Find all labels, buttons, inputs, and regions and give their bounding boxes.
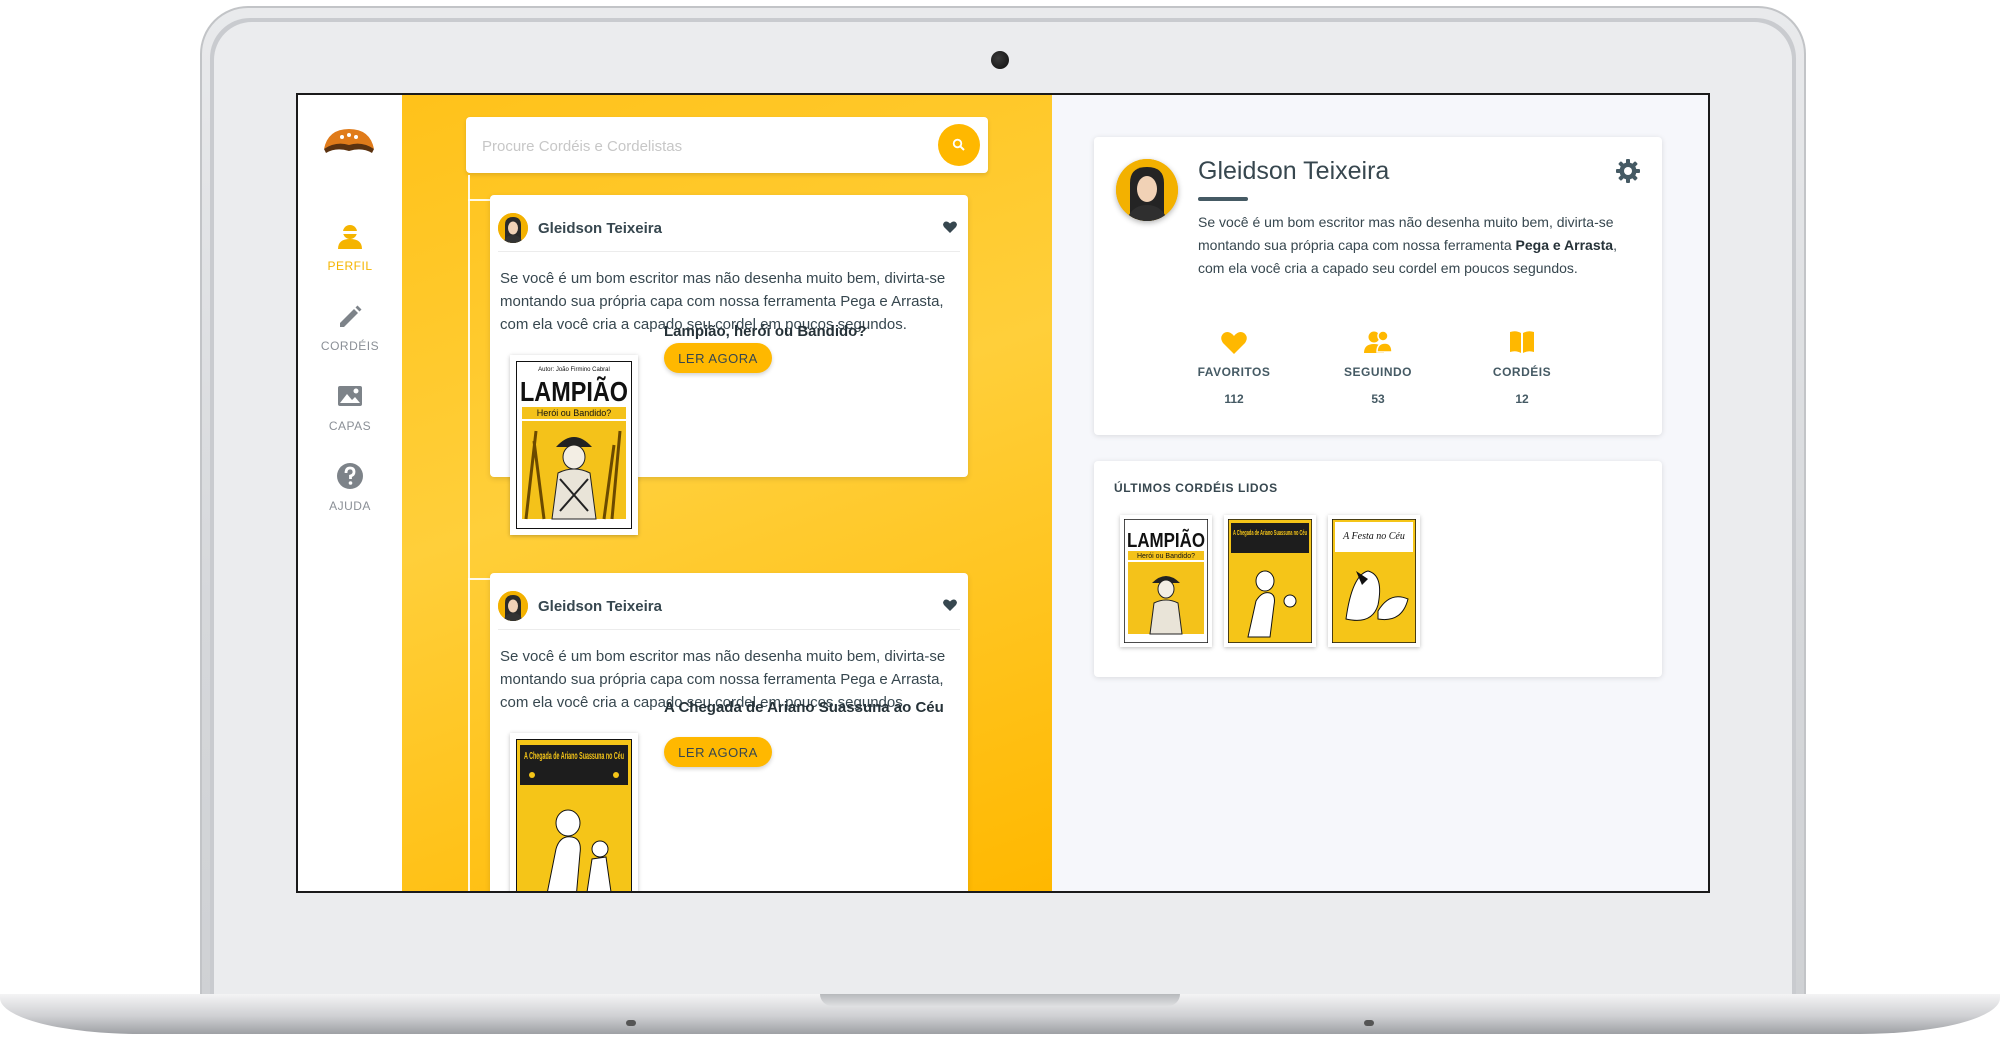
read-now-button[interactable]: LER AGORA <box>664 737 772 767</box>
user-icon <box>338 225 362 249</box>
sidebar-item-label: CORDÉIS <box>320 339 380 353</box>
profile-bio-highlight: Pega e Arrasta <box>1515 237 1614 253</box>
stat-seguindo[interactable]: SEGUINDO 53 <box>1308 327 1448 406</box>
recent-book-cover[interactable]: A Chegada de Ariano Suassuna no Céu <box>1224 515 1316 647</box>
post-card: Gleidson Teixeira Se você é um bom escri… <box>490 573 968 891</box>
help-icon <box>337 463 363 489</box>
profile-avatar[interactable] <box>1116 159 1178 221</box>
sidebar-item-label: AJUDA <box>329 499 371 513</box>
book-icon <box>1510 331 1534 353</box>
avatar[interactable] <box>498 591 528 621</box>
read-now-button[interactable]: LER AGORA <box>664 343 772 373</box>
stat-label: SEGUINDO <box>1343 365 1412 379</box>
cover-lampiao-image: Autor: João Firmino Cabral LAMPIÃO Herói… <box>515 360 633 530</box>
timeline-tick <box>468 199 490 201</box>
post-header: Gleidson Teixeira <box>498 591 960 630</box>
gear-icon[interactable] <box>1614 157 1642 185</box>
feed-column: Gleidson Teixeira Se você é um bom escri… <box>402 95 1052 891</box>
recent-book-cover[interactable]: A Festa no Céu <box>1328 515 1420 647</box>
search-input[interactable] <box>480 117 924 175</box>
cover-ariano-image: A Chegada de Ariano Suassuna no Céu <box>1227 518 1313 644</box>
search-icon <box>952 138 965 151</box>
sidebar-item-label: PERFIL <box>327 259 373 273</box>
profile-name-underline <box>1198 197 1248 201</box>
cover-subtitle: Herói ou Bandido? <box>1137 553 1195 560</box>
book-title[interactable]: Lampião, herói ou Bandido? <box>664 323 944 341</box>
post-author[interactable]: Gleidson Teixeira <box>538 598 662 615</box>
sidebar-item-capas[interactable]: CAPAS <box>298 381 402 433</box>
image-icon <box>338 386 362 406</box>
stat-label: CORDÉIS <box>1492 365 1552 379</box>
stat-value: 12 <box>1515 392 1529 406</box>
webcam-icon <box>991 51 1009 69</box>
cover-top-text: Autor: João Firmino Cabral <box>538 367 610 373</box>
post-header: Gleidson Teixeira <box>498 213 960 252</box>
profile-bio: Se você é um bom escritor mas não desenh… <box>1198 211 1638 280</box>
cover-title: A Chegada de Ariano Suassuna no Céu <box>1233 530 1307 537</box>
pencil-icon <box>340 305 362 327</box>
sidebar-item-ajuda[interactable]: AJUDA <box>298 461 402 513</box>
stat-cordeis[interactable]: CORDÉIS 12 <box>1452 327 1592 406</box>
sidebar-item-cordeis[interactable]: CORDÉIS <box>298 301 402 353</box>
hat-logo-icon[interactable] <box>322 125 376 157</box>
heart-icon <box>1221 332 1247 354</box>
users-icon <box>1364 330 1393 353</box>
search-bar <box>466 117 988 175</box>
sidebar-item-label: CAPAS <box>328 419 372 433</box>
recent-reads-title: ÚLTIMOS CORDÉIS LIDOS <box>1114 481 1278 495</box>
book-cover[interactable]: Autor: João Firmino Cabral LAMPIÃO Herói… <box>510 355 638 535</box>
cover-title: LAMPIÃO <box>520 376 628 407</box>
search-button[interactable] <box>938 124 980 166</box>
cover-festa-no-ceu-image: A Festa no Céu <box>1331 518 1417 644</box>
stat-value: 53 <box>1371 392 1385 406</box>
recent-reads-card: ÚLTIMOS CORDÉIS LIDOS LAMPIÃO Herói ou B… <box>1094 461 1662 677</box>
cover-lampiao-image: LAMPIÃO Herói ou Bandido? <box>1123 518 1209 644</box>
avatar[interactable] <box>498 213 528 243</box>
laptop-foot <box>626 1020 636 1026</box>
profile-card: Gleidson Teixeira Se você é um bom escri… <box>1094 137 1662 435</box>
cover-ariano-image: A Chegada de Ariano Suassuna no Céu <box>515 738 633 891</box>
sidebar: PERFIL CORDÉIS CAPAS AJUDA <box>298 95 402 891</box>
heart-icon[interactable] <box>942 219 958 235</box>
app-screen: PERFIL CORDÉIS CAPAS AJUDA Procure Cordé… <box>296 93 1710 893</box>
timeline-tick <box>468 578 490 580</box>
stat-favoritos[interactable]: FAVORITOS 112 <box>1164 327 1304 406</box>
profile-name: Gleidson Teixeira <box>1198 157 1390 185</box>
timeline-line <box>468 175 470 891</box>
recent-book-cover[interactable]: LAMPIÃO Herói ou Bandido? <box>1120 515 1212 647</box>
post-card: Gleidson Teixeira Se você é um bom escri… <box>490 195 968 535</box>
heart-icon[interactable] <box>942 597 958 613</box>
cover-title: A Festa no Céu <box>1342 531 1405 542</box>
cover-subtitle: Herói ou Bandido? <box>537 408 612 418</box>
stat-value: 112 <box>1224 392 1244 406</box>
stat-label: FAVORITOS <box>1197 365 1271 379</box>
laptop-notch <box>820 994 1180 1006</box>
cover-title: LAMPIÃO <box>1127 529 1205 552</box>
cover-title: A Chegada de Ariano Suassuna no Céu <box>524 751 624 762</box>
book-title[interactable]: A Chegada de Ariano Suassuna ao Céu <box>664 699 944 717</box>
post-author[interactable]: Gleidson Teixeira <box>538 220 662 237</box>
sidebar-item-perfil[interactable]: PERFIL <box>298 221 402 273</box>
book-cover[interactable]: A Chegada de Ariano Suassuna no Céu <box>510 733 638 891</box>
laptop-foot <box>1364 1020 1374 1026</box>
